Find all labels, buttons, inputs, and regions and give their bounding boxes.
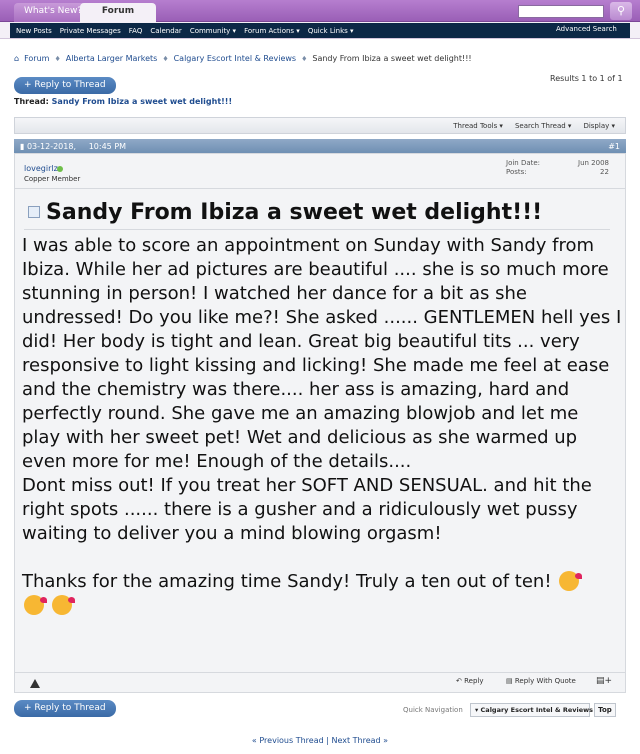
thread-title-line: Thread: Sandy From Ibiza a sweet wet del… — [14, 97, 232, 106]
report-icon[interactable] — [30, 679, 40, 688]
user-title: Copper Member — [24, 175, 81, 183]
nav-community[interactable]: Community ▾ — [190, 27, 236, 35]
search-input[interactable] — [518, 5, 604, 18]
thread-toolbar: Thread Tools ▾ Search Thread ▾ Display ▾ — [14, 117, 626, 134]
nav-forum-actions[interactable]: Forum Actions ▾ — [244, 27, 300, 35]
title-divider — [24, 229, 610, 230]
breadcrumb-separator: ♦ — [54, 54, 61, 63]
nav-new-posts[interactable]: New Posts — [16, 27, 52, 35]
post-date: ▮ 03-12-2018, 10:45 PM — [20, 141, 127, 151]
breadcrumb-current: Sandy From Ibiza a sweet wet delight!!! — [312, 54, 472, 63]
next-thread-link[interactable]: Next Thread » — [331, 736, 388, 745]
previous-thread-link[interactable]: « Previous Thread — [252, 736, 324, 745]
post-number[interactable]: #1 — [608, 142, 620, 151]
kissing-face-icon — [24, 595, 47, 615]
post-header: ▮ 03-12-2018, 10:45 PM #1 — [14, 139, 626, 153]
home-icon[interactable]: ⌂ — [14, 54, 19, 63]
quick-navigation-select[interactable]: ▾ Calgary Escort Intel & Reviews — [470, 703, 593, 717]
top-button[interactable]: Top — [594, 703, 616, 717]
nav-calendar[interactable]: Calendar — [150, 27, 181, 35]
post-title: Sandy From Ibiza a sweet wet delight!!! — [46, 200, 543, 225]
post-paragraph: I was able to score an appointment on Su… — [22, 235, 622, 472]
online-status-icon — [57, 166, 63, 172]
thread-tools-menu[interactable]: Thread Tools ▾ — [453, 122, 503, 130]
username-link[interactable]: lovegirlz — [24, 164, 58, 173]
join-date-value: Jun 2008 — [578, 159, 609, 167]
multi-quote-icon[interactable]: ▤+ — [596, 676, 612, 686]
posts-value: 22 — [600, 168, 609, 176]
breadcrumb-separator: ♦ — [301, 54, 308, 63]
nav-quick-links[interactable]: Quick Links ▾ — [308, 27, 354, 35]
kissing-face-icon — [559, 571, 583, 591]
post-paragraph: Thanks for the amazing time Sandy! Truly… — [22, 570, 622, 618]
kissing-face-icon — [51, 595, 75, 615]
advanced-search-link[interactable]: Advanced Search — [556, 25, 617, 33]
reply-with-quote-button[interactable]: ▤ Reply With Quote — [506, 677, 576, 685]
posts-label: Posts: — [506, 168, 527, 176]
thread-pagination: « Previous Thread | Next Thread » — [0, 736, 640, 745]
quick-navigation-label: Quick Navigation — [403, 706, 463, 714]
breadcrumb-calgary[interactable]: Calgary Escort Intel & Reviews — [174, 54, 297, 63]
post-paragraph: Dont miss out! If you treat her SOFT AND… — [22, 475, 592, 544]
search-thread-menu[interactable]: Search Thread ▾ — [515, 122, 572, 130]
display-menu[interactable]: Display ▾ — [583, 122, 615, 130]
nav-faq[interactable]: FAQ — [129, 27, 143, 35]
join-date-label: Join Date: — [506, 159, 541, 167]
breadcrumb: ⌂ Forum ♦ Alberta Larger Markets ♦ Calga… — [14, 54, 472, 63]
subnav-links: New Posts Private Messages FAQ Calendar … — [10, 23, 630, 38]
breadcrumb-alberta[interactable]: Alberta Larger Markets — [66, 54, 158, 63]
reply-to-thread-button-bottom[interactable]: + Reply to Thread — [14, 700, 116, 717]
reply-button[interactable]: ↶ Reply — [456, 677, 483, 685]
thread-label: Thread: — [14, 97, 49, 106]
reply-to-thread-button[interactable]: + Reply to Thread — [14, 77, 116, 94]
post-document-icon — [28, 206, 40, 218]
tab-forum[interactable]: Forum — [80, 3, 156, 22]
search-icon[interactable]: ⚲ — [610, 2, 632, 20]
breadcrumb-separator: ♦ — [162, 54, 169, 63]
nav-private-messages[interactable]: Private Messages — [60, 27, 121, 35]
thread-title-link[interactable]: Sandy From Ibiza a sweet wet delight!!! — [52, 97, 232, 106]
breadcrumb-forum[interactable]: Forum — [24, 54, 49, 63]
post-body: I was able to score an appointment on Su… — [22, 234, 622, 618]
results-count: Results 1 to 1 of 1 — [550, 74, 623, 83]
